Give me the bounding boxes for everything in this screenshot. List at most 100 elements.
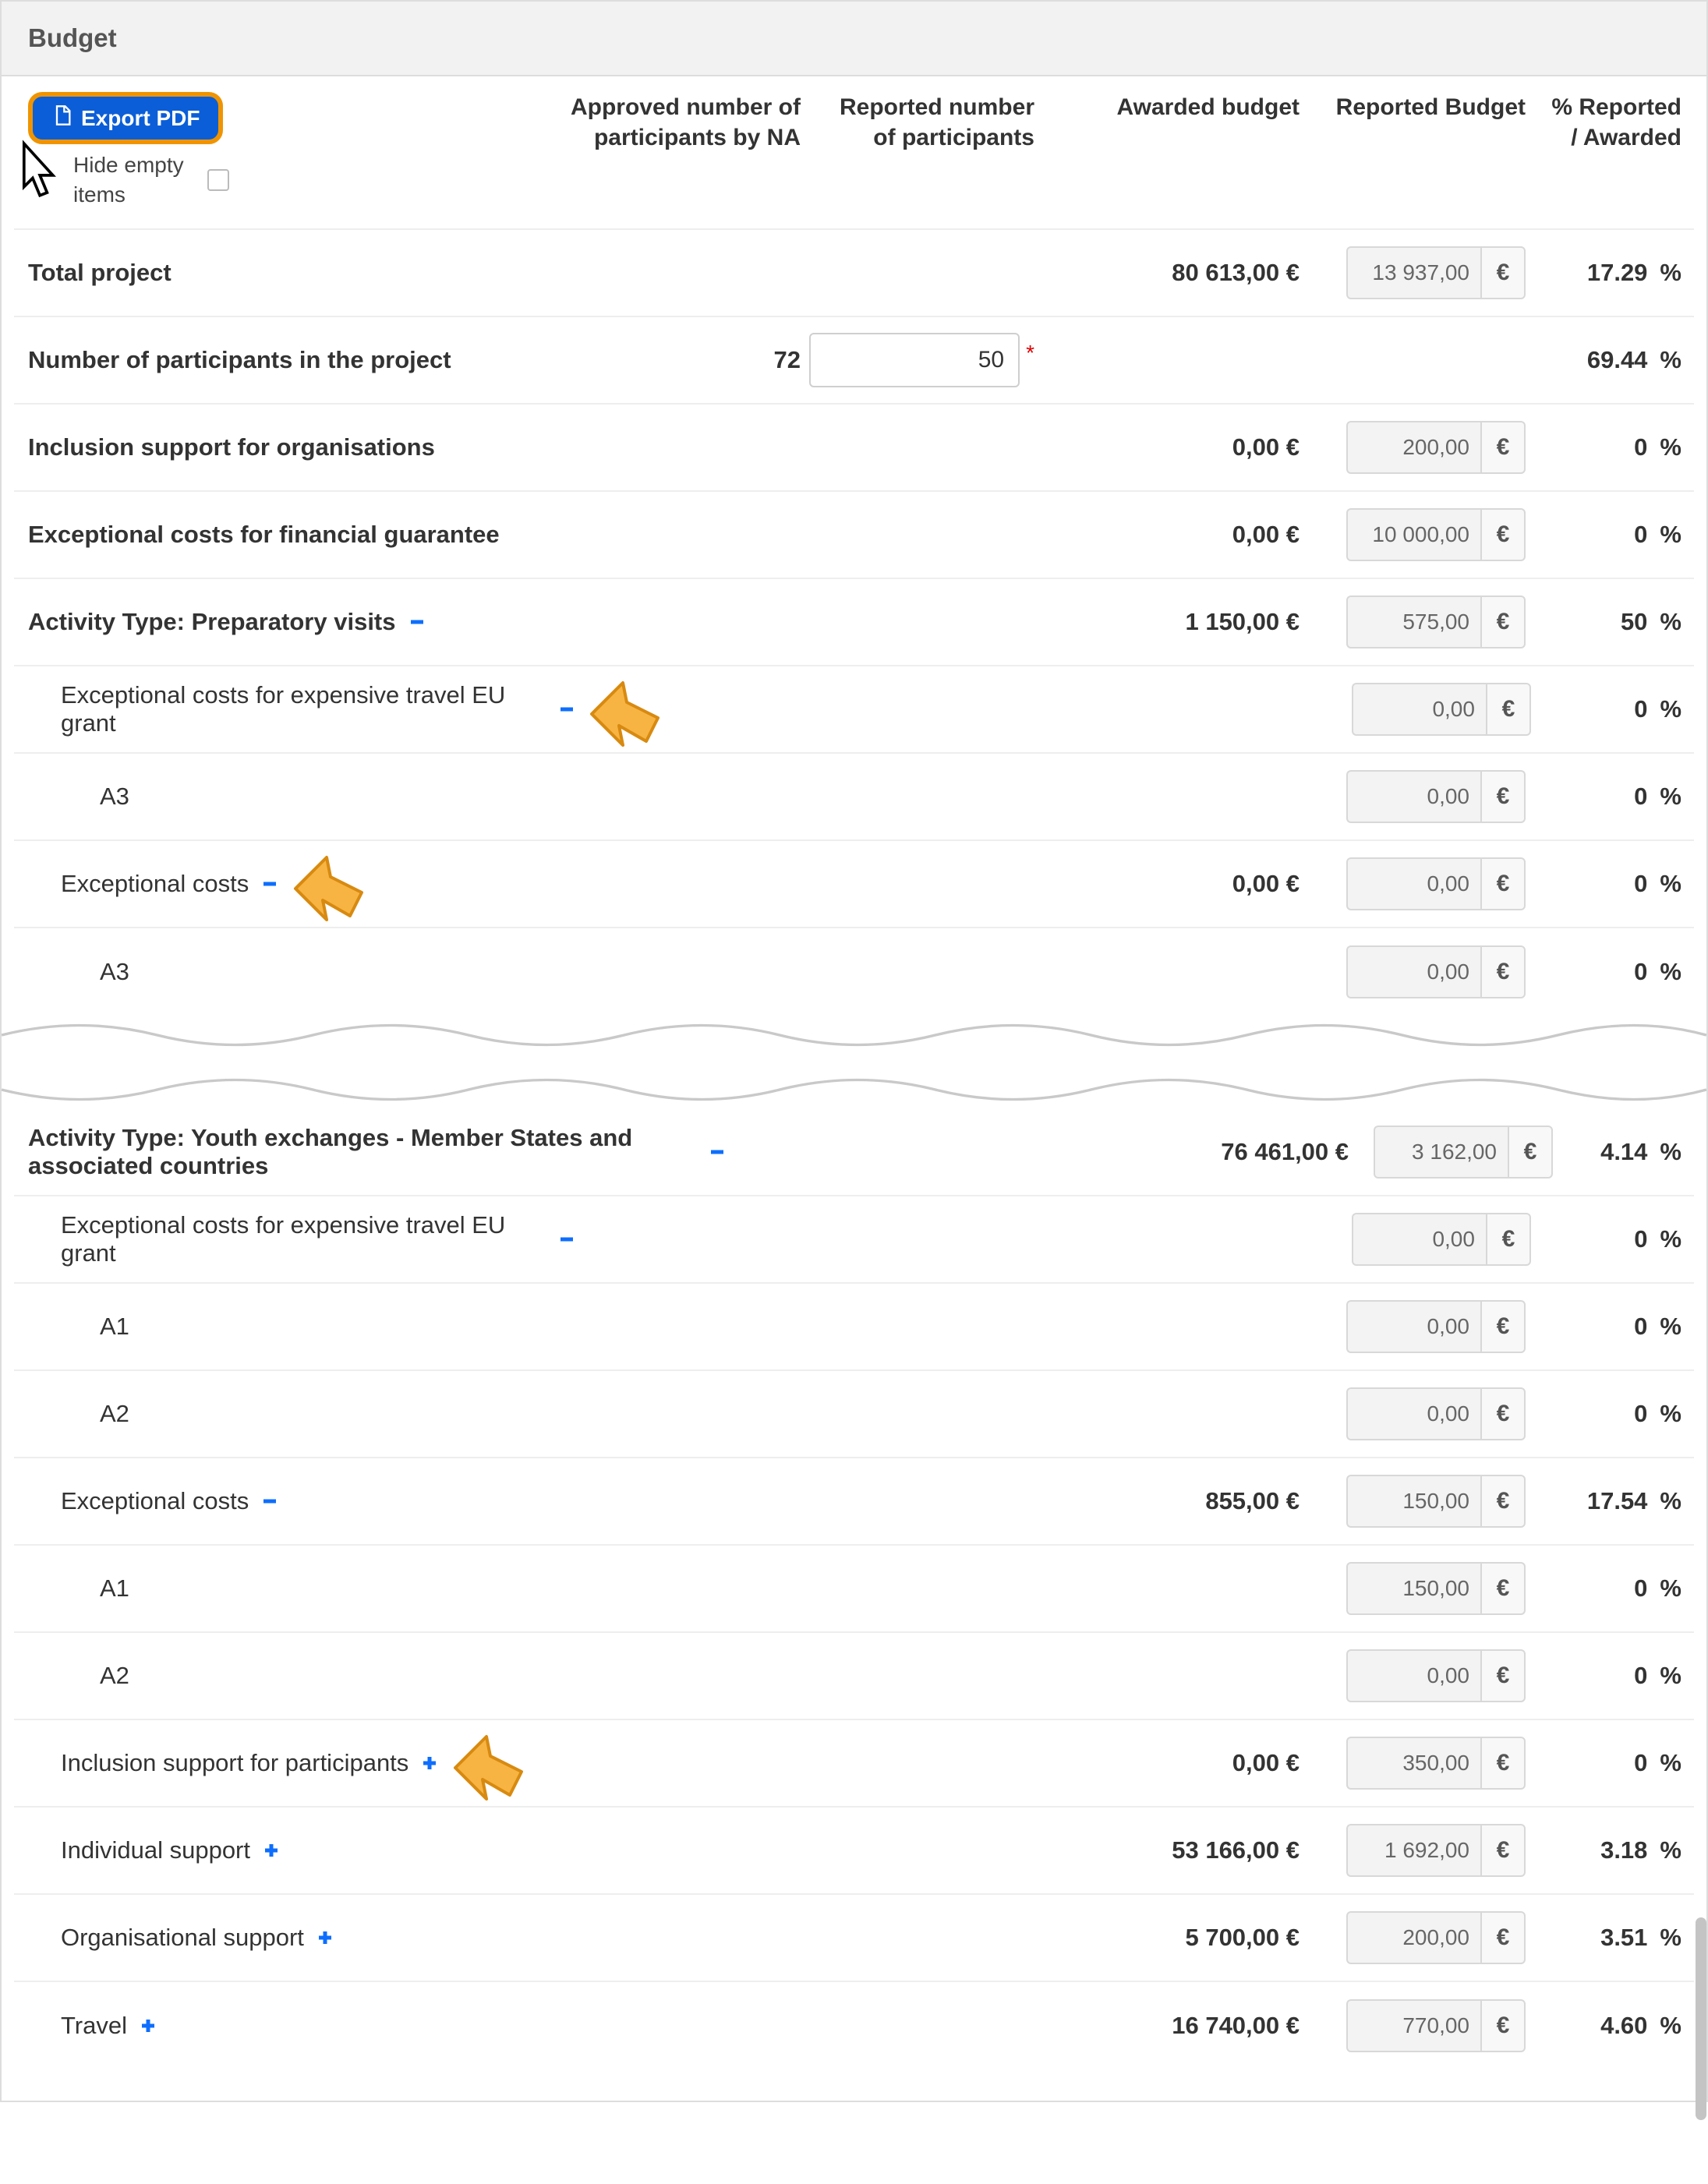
participants-input[interactable] [809, 333, 1020, 387]
table-row: Total project80 613,00 €€17.29% [14, 230, 1694, 317]
collapse-icon[interactable] [557, 1229, 576, 1249]
reported-budget-input[interactable] [1346, 1300, 1480, 1353]
currency-button[interactable]: € [1480, 1387, 1526, 1440]
row-label: A2 [14, 1662, 548, 1690]
currency-button[interactable]: € [1486, 1213, 1531, 1266]
cell-reported-budget: € [1312, 421, 1538, 474]
reported-budget-input[interactable] [1346, 770, 1480, 823]
reported-budget-input[interactable] [1346, 945, 1480, 998]
expand-icon[interactable] [261, 1840, 281, 1861]
row-label: Travel [14, 2012, 548, 2040]
cell-pct: 0% [1538, 1749, 1694, 1777]
pct-value: 0 [1634, 1225, 1647, 1253]
currency-button[interactable]: € [1480, 1824, 1526, 1877]
currency-button[interactable]: € [1480, 1300, 1526, 1353]
collapse-icon[interactable] [260, 1491, 280, 1511]
pct-symbol: % [1660, 1400, 1681, 1428]
reported-budget-input[interactable] [1352, 1213, 1486, 1266]
table-row: Exceptional costs for financial guarante… [14, 492, 1694, 579]
reported-budget-input[interactable] [1352, 683, 1486, 736]
panel-title: Budget [2, 2, 1706, 76]
reported-budget-input[interactable] [1346, 1911, 1480, 1964]
cell-reported-budget: € [1312, 1999, 1538, 2052]
reported-budget-input[interactable] [1346, 1737, 1480, 1790]
collapse-icon[interactable] [407, 612, 427, 632]
currency-button[interactable]: € [1480, 508, 1526, 561]
cell-reported-budget: € [1312, 945, 1538, 998]
table-row: A1€0% [14, 1284, 1694, 1371]
currency-button[interactable]: € [1480, 945, 1526, 998]
export-pdf-button[interactable]: Export PDF [28, 92, 223, 144]
hide-empty-toggle[interactable]: Hide empty items [73, 150, 229, 210]
toolbar-row: Export PDF Hide empty items Approved num… [14, 92, 1694, 230]
cell-pct: 0% [1538, 1574, 1694, 1603]
row-label: Exceptional costs [14, 870, 548, 898]
currency-button[interactable]: € [1486, 683, 1531, 736]
cell-pct: 17.54% [1538, 1487, 1694, 1515]
currency-button[interactable]: € [1480, 595, 1526, 648]
table-row: Individual support53 166,00 €€3.18% [14, 1808, 1694, 1895]
cell-awarded: 0,00 € [1047, 521, 1312, 549]
reported-budget-input[interactable] [1346, 246, 1480, 299]
reported-budget-input[interactable] [1346, 1649, 1480, 1702]
pct-value: 0 [1634, 1662, 1647, 1690]
reported-budget-input[interactable] [1346, 1824, 1480, 1877]
collapse-icon[interactable] [260, 874, 280, 894]
col-pct: % Reported / Awarded [1538, 92, 1694, 153]
reported-budget-input[interactable] [1346, 595, 1480, 648]
table-row: A1€0% [14, 1546, 1694, 1633]
currency-button[interactable]: € [1480, 246, 1526, 299]
row-label-text: A3 [100, 958, 129, 986]
row-label: Activity Type: Youth exchanges - Member … [14, 1124, 741, 1180]
row-label-text: Exceptional costs for financial guarante… [28, 521, 500, 549]
pct-symbol: % [1660, 521, 1681, 549]
currency-button[interactable]: € [1480, 770, 1526, 823]
cell-awarded: 80 613,00 € [1047, 259, 1312, 287]
currency-button[interactable]: € [1508, 1126, 1553, 1179]
currency-button[interactable]: € [1480, 1649, 1526, 1702]
currency-button[interactable]: € [1480, 421, 1526, 474]
cell-reported-budget: € [1312, 857, 1538, 910]
cell-approved: 72 [548, 346, 813, 374]
reported-budget-input[interactable] [1374, 1126, 1508, 1179]
scrollbar-thumb[interactable] [1696, 1917, 1706, 2120]
table-row: Exceptional costs 855,00 € €17.54% [14, 1458, 1694, 1546]
cell-reported-participants: * [813, 333, 1047, 387]
pdf-icon [51, 104, 73, 132]
reported-budget-input[interactable] [1346, 1562, 1480, 1615]
reported-budget-input[interactable] [1346, 421, 1480, 474]
currency-button[interactable]: € [1480, 1999, 1526, 2052]
currency-button[interactable]: € [1480, 1475, 1526, 1528]
currency-button[interactable]: € [1480, 857, 1526, 910]
row-label: Exceptional costs for expensive travel E… [14, 681, 590, 737]
collapse-icon[interactable] [708, 1142, 727, 1162]
budget-title: Budget [28, 23, 117, 52]
pct-value: 0 [1634, 1313, 1647, 1341]
row-label: A2 [14, 1400, 548, 1428]
reported-budget-input[interactable] [1346, 1999, 1480, 2052]
hide-empty-checkbox[interactable] [207, 169, 229, 191]
collapse-icon[interactable] [557, 699, 576, 719]
currency-button[interactable]: € [1480, 1737, 1526, 1790]
table-row: Exceptional costs for expensive travel E… [14, 1196, 1694, 1284]
row-label-text: A2 [100, 1400, 129, 1428]
currency-button[interactable]: € [1480, 1911, 1526, 1964]
cell-reported-budget: € [1312, 770, 1538, 823]
cell-reported-budget: € [1312, 595, 1538, 648]
expand-icon[interactable] [315, 1928, 335, 1948]
pct-symbol: % [1660, 259, 1681, 287]
cell-reported-budget: € [1312, 1911, 1538, 1964]
reported-budget-input[interactable] [1346, 857, 1480, 910]
cell-awarded: 0,00 € [1047, 870, 1312, 898]
cell-pct: 0% [1544, 1225, 1694, 1253]
currency-button[interactable]: € [1480, 1562, 1526, 1615]
expand-icon[interactable] [419, 1753, 440, 1773]
reported-budget-input[interactable] [1346, 1475, 1480, 1528]
row-label-text: Exceptional costs [61, 1487, 249, 1515]
reported-budget-input[interactable] [1346, 1387, 1480, 1440]
cell-awarded: 855,00 € [1047, 1487, 1312, 1515]
cell-reported-budget: € [1312, 1737, 1538, 1790]
reported-budget-input[interactable] [1346, 508, 1480, 561]
cell-pct: 17.29% [1538, 259, 1694, 287]
expand-icon[interactable] [138, 2016, 158, 2036]
